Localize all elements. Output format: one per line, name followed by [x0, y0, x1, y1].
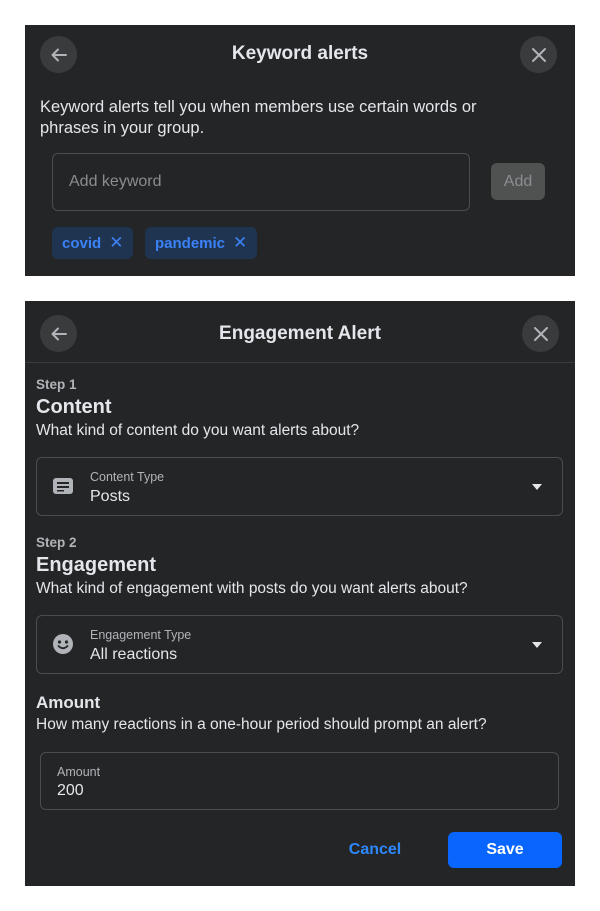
keyword-input-wrapper: [52, 153, 470, 211]
content-type-value: Posts: [90, 488, 131, 505]
amount-section-description: How many reactions in a one-hour period …: [36, 716, 487, 733]
engagement-type-value: All reactions: [90, 646, 178, 663]
step-1-label: Step 1: [36, 377, 77, 392]
close-button[interactable]: [522, 315, 559, 352]
amount-field-value[interactable]: 200: [57, 782, 84, 800]
cancel-button[interactable]: Cancel: [335, 832, 415, 868]
header-divider: [25, 362, 575, 363]
save-button[interactable]: Save: [448, 832, 562, 868]
chevron-down-icon: [532, 484, 542, 490]
keyword-chip-label: covid: [62, 234, 102, 252]
amount-field[interactable]: Amount 200: [40, 752, 559, 810]
close-icon: [531, 47, 546, 62]
content-type-select[interactable]: Content Type Posts: [36, 457, 563, 516]
close-icon: [533, 326, 548, 341]
amount-field-label: Amount: [57, 765, 101, 779]
engagement-alert-header: Engagement Alert: [25, 301, 575, 359]
keyword-input[interactable]: [53, 154, 469, 210]
engagement-alert-dialog: Engagement Alert Step 1 Content What kin…: [25, 301, 575, 886]
remove-chip-icon[interactable]: ✕: [109, 233, 123, 253]
keyword-chip: pandemic ✕: [145, 227, 258, 259]
keyword-alerts-dialog: Keyword alerts Keyword alerts tell you w…: [25, 25, 575, 276]
engagement-type-label: Engagement Type: [90, 628, 192, 642]
dialog-title: Keyword alerts: [231, 43, 369, 64]
content-section-title: Content: [36, 396, 112, 418]
engagement-section-title: Engagement: [36, 554, 157, 576]
post-icon: [53, 478, 73, 494]
keyword-alerts-description: Keyword alerts tell you when members use…: [40, 98, 477, 137]
amount-section-title: Amount: [36, 693, 101, 712]
close-button[interactable]: [520, 36, 557, 73]
keyword-chip-label: pandemic: [155, 234, 226, 252]
content-section-description: What kind of content do you want alerts …: [36, 422, 360, 439]
chevron-down-icon: [532, 642, 542, 648]
engagement-section-description: What kind of engagement with posts do yo…: [36, 580, 468, 597]
step-2-label: Step 2: [36, 535, 77, 550]
remove-chip-icon[interactable]: ✕: [233, 233, 247, 253]
keyword-alerts-header: Keyword alerts: [25, 25, 575, 83]
add-keyword-button[interactable]: Add: [491, 163, 545, 200]
dialog-title: Engagement Alert: [219, 323, 381, 344]
engagement-type-select[interactable]: Engagement Type All reactions: [36, 615, 563, 674]
smiley-icon: [53, 634, 73, 654]
keyword-chip: covid ✕: [52, 227, 134, 259]
content-type-label: Content Type: [90, 470, 165, 484]
